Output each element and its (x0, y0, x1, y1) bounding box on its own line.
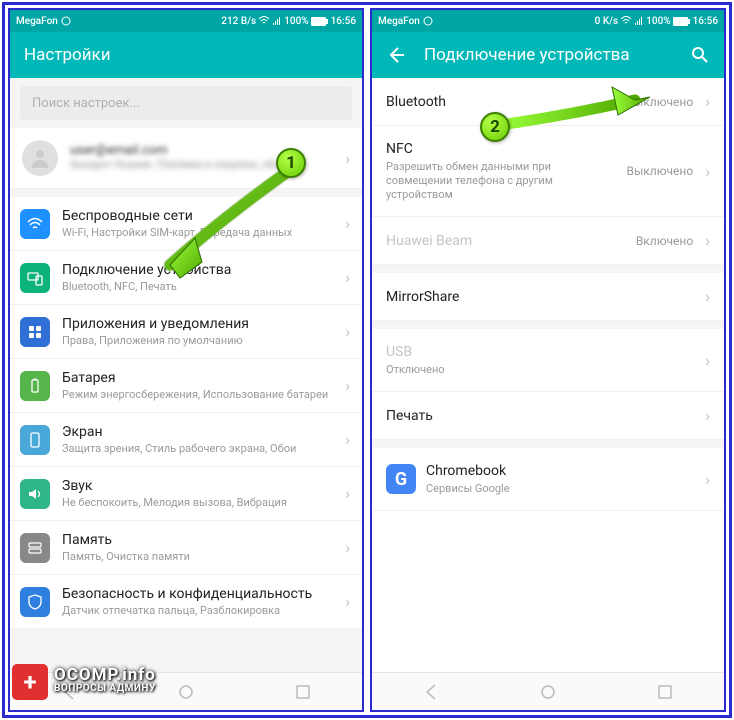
chevron-right-icon: › (345, 149, 350, 168)
sound-icon (20, 479, 50, 509)
chevron-right-icon: › (345, 538, 350, 557)
carrier-icon (61, 16, 71, 26)
row-mirrorshare[interactable]: MirrorShare › (372, 273, 724, 321)
status-bar: MegaFon 212 B/s 100% 16:56 (10, 10, 362, 32)
chevron-right-icon: › (705, 231, 710, 250)
row-chromebook[interactable]: G ChromebookСервисы Google › (372, 448, 724, 511)
carrier-icon (423, 16, 433, 26)
clock: 16:56 (693, 16, 718, 27)
android-navbar (372, 672, 724, 710)
wifi-settings-icon (20, 209, 50, 239)
row-sound[interactable]: ЗвукНе беспокоить, Мелодия вызова, Вибра… (10, 467, 362, 521)
avatar-icon (22, 140, 58, 176)
row-battery[interactable]: БатареяРежим энергосбережения, Использов… (10, 359, 362, 413)
chevron-right-icon: › (345, 592, 350, 611)
annotation-marker-2: 2 (480, 112, 510, 142)
nav-recent-icon[interactable] (294, 683, 312, 701)
wifi-icon (258, 16, 270, 26)
chevron-right-icon: › (345, 322, 350, 341)
net-speed: 212 B/s (221, 16, 256, 27)
search-input[interactable]: Поиск настроек... (20, 86, 352, 120)
watermark: + OCOMP.info ВОПРОСЫ АДМИНУ (12, 664, 156, 700)
page-title: Подключение устройства (424, 45, 672, 65)
display-icon (20, 425, 50, 455)
chevron-right-icon: › (345, 268, 350, 287)
annotation-arrow-1 (140, 160, 310, 290)
nav-back-icon[interactable] (422, 683, 440, 701)
status-bar: MegaFon 0 K/s 100% 16:56 (372, 10, 724, 32)
battery-icon (311, 17, 329, 26)
row-apps[interactable]: Приложения и уведомленияПрава, Приложени… (10, 305, 362, 359)
battery-icon (673, 17, 691, 26)
google-icon: G (386, 464, 416, 494)
search-icon[interactable] (690, 45, 710, 65)
nav-recent-icon[interactable] (656, 683, 674, 701)
app-bar: Настройки (10, 32, 362, 78)
back-arrow-icon[interactable] (386, 45, 406, 65)
carrier-label: MegaFon (16, 16, 58, 27)
chevron-right-icon: › (345, 376, 350, 395)
carrier-label: MegaFon (378, 16, 420, 27)
row-security[interactable]: Безопасность и конфиденциальностьДатчик … (10, 575, 362, 628)
page-title: Настройки (24, 45, 348, 65)
row-storage[interactable]: ПамятьПамять, Очистка памяти › (10, 521, 362, 575)
signal-icon (272, 16, 282, 26)
row-print[interactable]: Печать › (372, 392, 724, 440)
net-speed: 0 K/s (595, 16, 619, 27)
chevron-right-icon: › (705, 470, 710, 489)
connection-content: Bluetooth Выключено › NFCРазрешить обмен… (372, 78, 724, 710)
battery-settings-icon (20, 371, 50, 401)
app-bar: Подключение устройства (372, 32, 724, 78)
nav-home-icon[interactable] (177, 683, 195, 701)
security-icon (20, 587, 50, 617)
row-huawei-beam: Huawei Beam Включено › (372, 217, 724, 265)
chevron-right-icon: › (705, 351, 710, 370)
chevron-right-icon: › (705, 92, 710, 111)
watermark-main: OCOMP.info (54, 668, 156, 682)
chevron-right-icon: › (345, 484, 350, 503)
battery-pct: 100% (646, 16, 670, 27)
device-connection-icon (20, 263, 50, 293)
watermark-icon: + (12, 664, 48, 700)
chevron-right-icon: › (705, 162, 710, 181)
row-display[interactable]: ЭкранЗащита зрения, Стиль рабочего экран… (10, 413, 362, 467)
wifi-icon (620, 16, 632, 26)
search-placeholder: Поиск настроек... (32, 96, 140, 111)
chevron-right-icon: › (705, 406, 710, 425)
nav-home-icon[interactable] (539, 683, 557, 701)
clock: 16:56 (331, 16, 356, 27)
apps-icon (20, 317, 50, 347)
chevron-right-icon: › (345, 214, 350, 233)
phone-left: MegaFon 212 B/s 100% 16:56 Настройки Пои… (8, 8, 364, 712)
chevron-right-icon: › (705, 287, 710, 306)
row-usb: USBОтключено › (372, 329, 724, 392)
watermark-sub: ВОПРОСЫ АДМИНУ (54, 682, 156, 696)
storage-icon (20, 533, 50, 563)
chevron-right-icon: › (345, 430, 350, 449)
annotation-marker-1: 1 (276, 148, 306, 178)
battery-pct: 100% (284, 16, 308, 27)
signal-icon (634, 16, 644, 26)
